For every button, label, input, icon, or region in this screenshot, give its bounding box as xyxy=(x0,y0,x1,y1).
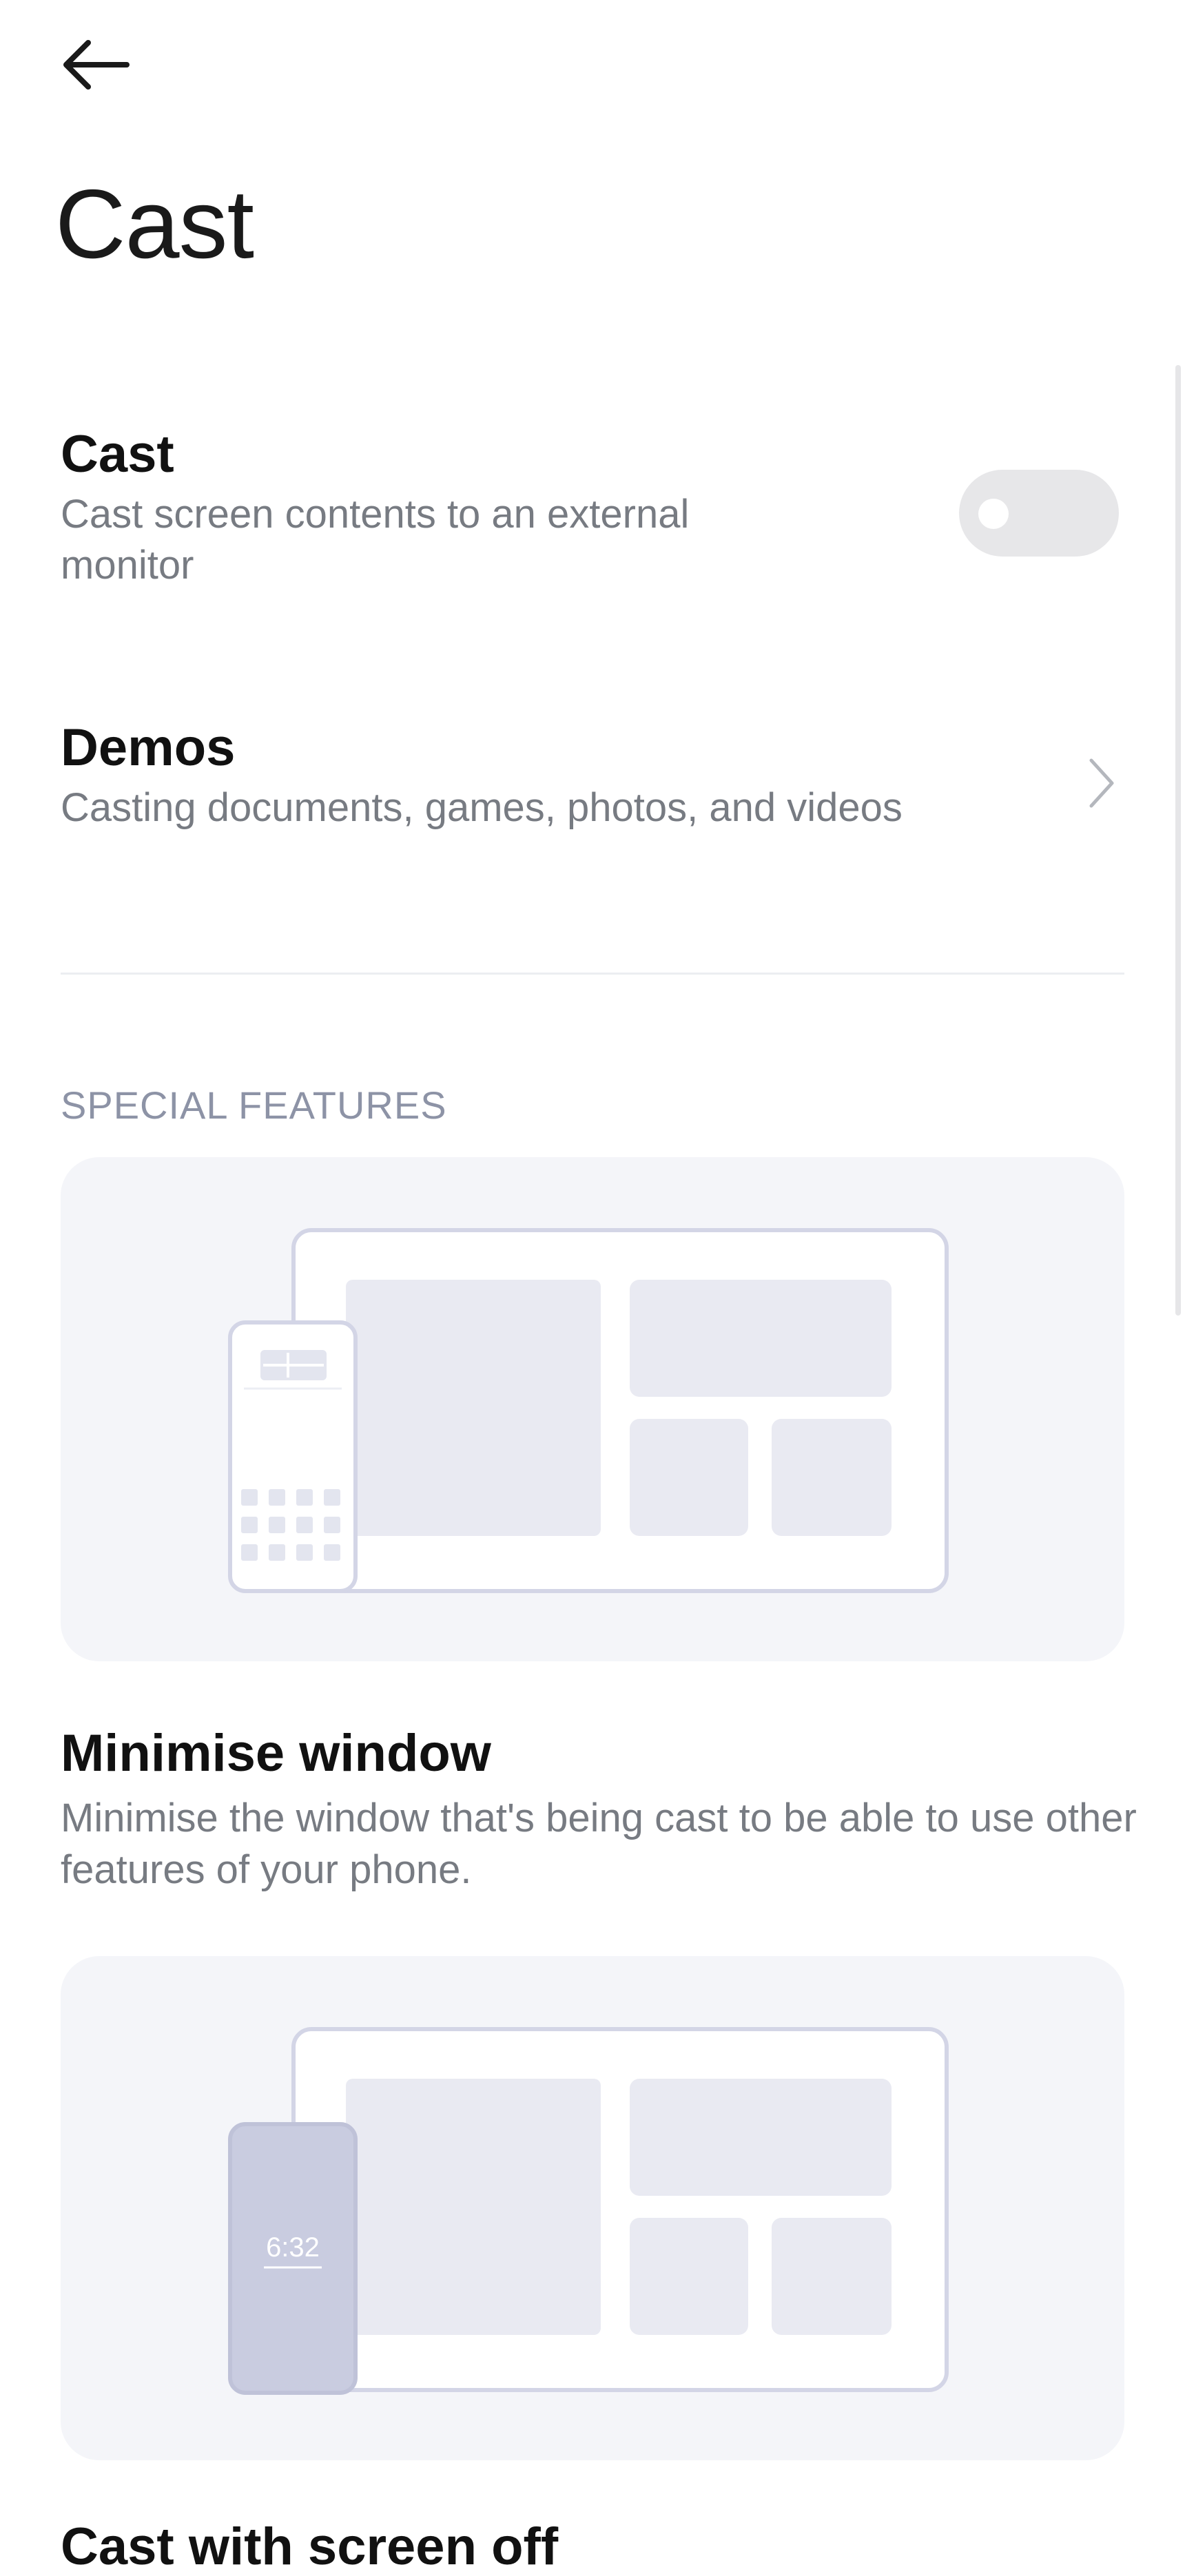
demos-title: Demos xyxy=(61,718,236,777)
cast-setting-subtitle: Cast screen contents to an external moni… xyxy=(61,491,690,588)
special-features-header: SPECIAL FEATURES xyxy=(61,1083,447,1127)
feature-minimise-window: Minimise window Minimise the window that… xyxy=(61,1725,1144,1895)
demos-row[interactable]: Demos Casting documents, games, photos, … xyxy=(61,719,1124,833)
chevron-right-icon xyxy=(1080,752,1122,814)
feature-title: Cast with screen off xyxy=(61,2517,559,2576)
phone-clock: 6:32 xyxy=(266,2232,320,2263)
divider xyxy=(61,973,1124,975)
feature-cast-screen-off: Cast with screen off xyxy=(61,2518,1144,2576)
toggle-knob xyxy=(978,499,1009,529)
cast-setting-title: Cast xyxy=(61,425,174,484)
page-title: Cast xyxy=(55,169,254,279)
feature-description: Minimise the window that's being cast to… xyxy=(61,1795,1137,1892)
feature-title: Minimise window xyxy=(61,1724,491,1783)
cast-toggle[interactable] xyxy=(959,470,1119,557)
cast-screen-off-illustration: 6:32 xyxy=(61,1956,1124,2460)
back-button[interactable] xyxy=(58,30,141,99)
demos-subtitle: Casting documents, games, photos, and vi… xyxy=(61,785,903,830)
arrow-left-icon xyxy=(63,40,130,90)
scrollbar[interactable] xyxy=(1175,365,1181,1316)
minimise-window-illustration xyxy=(61,1157,1124,1661)
